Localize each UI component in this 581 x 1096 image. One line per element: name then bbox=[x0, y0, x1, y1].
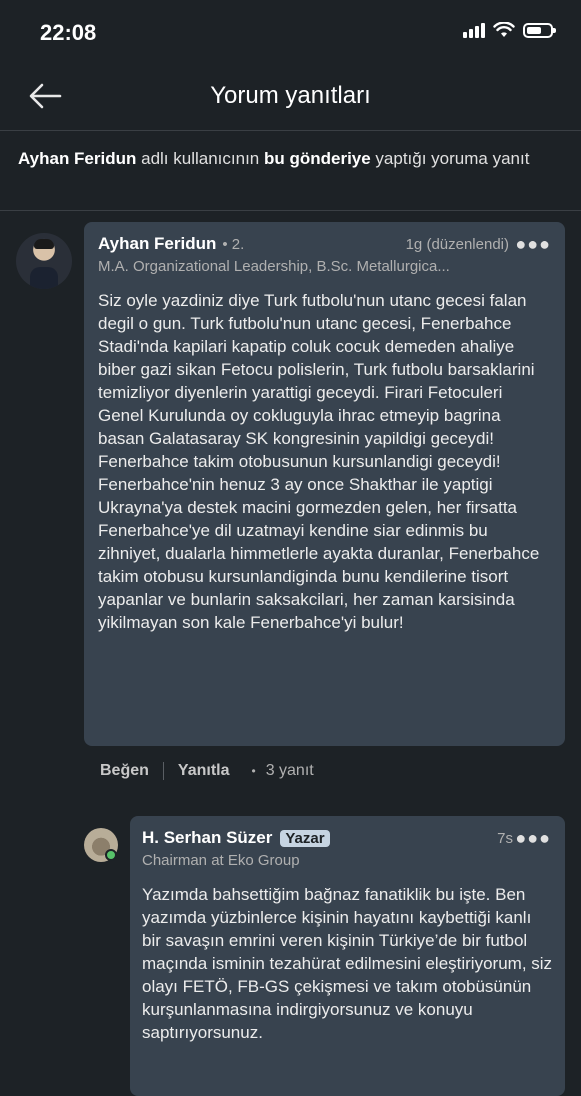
action-divider bbox=[162, 762, 164, 780]
comment-author-headline: M.A. Organizational Leadership, B.Sc. Me… bbox=[98, 258, 450, 275]
status-bar: 22:08 bbox=[0, 0, 581, 64]
reply-timestamp: 7s bbox=[497, 830, 513, 847]
comment-bubble: Ayhan Feridun • 2. 1g (düzenlendi) ●●● M… bbox=[84, 222, 565, 746]
comment-actions: Beğen Yanıtla 3 yanıt bbox=[100, 762, 314, 780]
reply-name-row: H. Serhan Süzer Yazar bbox=[142, 828, 553, 848]
more-options-icon[interactable]: ●●● bbox=[515, 234, 551, 255]
comment-text: Siz oyle yazdiniz diye Turk futbolu'nun … bbox=[98, 291, 540, 632]
author-badge: Yazar bbox=[280, 829, 330, 847]
reply-author-headline: Chairman at Eko Group bbox=[142, 852, 300, 869]
reply-context: Ayhan Feridun adlı kullanıcının bu gönde… bbox=[0, 131, 581, 211]
reply-button[interactable]: Yanıtla bbox=[178, 762, 230, 780]
reply-author-name[interactable]: H. Serhan Süzer bbox=[142, 828, 272, 848]
comment-author-avatar[interactable] bbox=[16, 233, 72, 289]
context-author-link[interactable]: Ayhan Feridun bbox=[18, 149, 136, 168]
comment-author-name[interactable]: Ayhan Feridun bbox=[98, 234, 216, 254]
comment-timestamp: 1g (düzenlendi) bbox=[405, 236, 509, 253]
page-title: Yorum yanıtları bbox=[210, 82, 371, 109]
online-status-icon bbox=[105, 849, 117, 861]
status-time: 22:08 bbox=[40, 20, 97, 45]
like-button[interactable]: Beğen bbox=[100, 762, 149, 780]
header: Yorum yanıtları bbox=[0, 64, 581, 131]
context-post-link[interactable]: bu gönderiye bbox=[264, 149, 371, 168]
status-icons bbox=[463, 22, 556, 38]
battery-icon bbox=[523, 22, 556, 38]
reply-more-options-icon[interactable]: ●●● bbox=[515, 828, 551, 849]
connection-degree: • 2. bbox=[222, 235, 245, 253]
signal-icon bbox=[463, 22, 485, 38]
reply-text: Yazımda bahsettiğim bağnaz fanatiklik bu… bbox=[142, 885, 553, 1042]
reply-count[interactable]: 3 yanıt bbox=[251, 762, 314, 780]
context-text-2: yaptığı yoruma yanıt bbox=[370, 149, 530, 168]
wifi-icon bbox=[493, 22, 515, 37]
reply-bubble: H. Serhan Süzer Yazar 7s ●●● Chairman at… bbox=[130, 816, 565, 1096]
context-text-1: adlı kullanıcının bbox=[136, 149, 264, 168]
